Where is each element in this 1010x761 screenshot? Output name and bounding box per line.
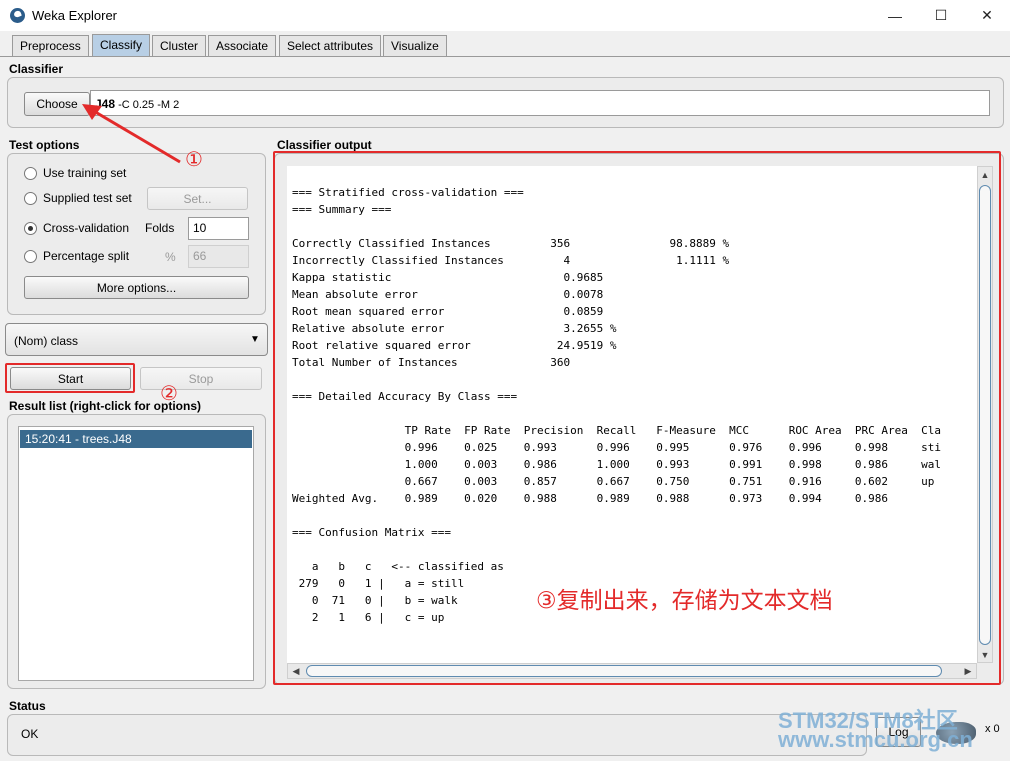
set-test-set-button[interactable]: Set... bbox=[147, 187, 248, 210]
start-highlight-box bbox=[5, 363, 135, 393]
task-count: x 0 bbox=[985, 723, 1000, 735]
radio-use-training-set[interactable] bbox=[24, 167, 37, 180]
annotation-marker-1: ① bbox=[185, 147, 203, 171]
tab-visualize[interactable]: Visualize bbox=[383, 35, 447, 57]
radio-percentage-split[interactable] bbox=[24, 250, 37, 263]
folds-label: Folds bbox=[145, 221, 175, 235]
radio-supplied-test-set[interactable] bbox=[24, 192, 37, 205]
classifier-config-field[interactable]: J48 -C 0.25 -M 2 bbox=[90, 90, 990, 116]
status-text: OK bbox=[21, 727, 39, 741]
class-attribute-select[interactable]: (Nom) class ▼ bbox=[5, 323, 268, 356]
maximize-button[interactable]: ☐ bbox=[918, 0, 964, 31]
result-list-item[interactable]: 15:20:41 - trees.J48 bbox=[20, 430, 252, 448]
classifier-output-title: Classifier output bbox=[277, 138, 372, 152]
tab-preprocess[interactable]: Preprocess bbox=[12, 35, 89, 57]
annotation-note-3: ③复制出来，存储为文本文档 bbox=[536, 588, 833, 614]
tab-associate[interactable]: Associate bbox=[208, 35, 277, 57]
tab-select-attributes[interactable]: Select attributes bbox=[279, 35, 382, 57]
more-options-button[interactable]: More options... bbox=[24, 276, 249, 299]
supplied-test-set-label: Supplied test set bbox=[43, 191, 132, 205]
window-title: Weka Explorer bbox=[32, 8, 118, 23]
cross-validation-label: Cross-validation bbox=[43, 221, 130, 235]
tab-divider bbox=[0, 56, 1010, 57]
folds-input[interactable]: 10 bbox=[188, 217, 249, 240]
radio-cross-validation[interactable] bbox=[24, 222, 37, 235]
arrow-to-choose-icon bbox=[82, 104, 181, 164]
title-bar: Weka Explorer — ☐ ✕ bbox=[0, 0, 1010, 31]
weka-bird-icon bbox=[10, 8, 25, 23]
classifier-section-title: Classifier bbox=[9, 62, 64, 76]
watermark-url: www.stmcu.org.cn bbox=[778, 727, 973, 752]
annotation-marker-2: ② bbox=[160, 381, 178, 405]
percentage-split-label: Percentage split bbox=[43, 249, 130, 263]
percent-symbol: % bbox=[165, 250, 176, 264]
stop-button[interactable]: Stop bbox=[140, 367, 262, 390]
tab-cluster[interactable]: Cluster bbox=[152, 35, 207, 57]
class-attribute-value: (Nom) class bbox=[14, 334, 79, 348]
chevron-down-icon: ▼ bbox=[250, 334, 260, 345]
tab-classify[interactable]: Classify bbox=[92, 34, 151, 57]
close-button[interactable]: ✕ bbox=[964, 0, 1010, 31]
status-title: Status bbox=[9, 699, 46, 713]
result-list-box: 15:20:41 - trees.J48 bbox=[18, 426, 254, 681]
minimize-button[interactable]: — bbox=[872, 0, 918, 31]
percentage-input[interactable]: 66 bbox=[188, 245, 249, 268]
test-options-title: Test options bbox=[9, 138, 80, 152]
status-panel bbox=[7, 714, 867, 756]
